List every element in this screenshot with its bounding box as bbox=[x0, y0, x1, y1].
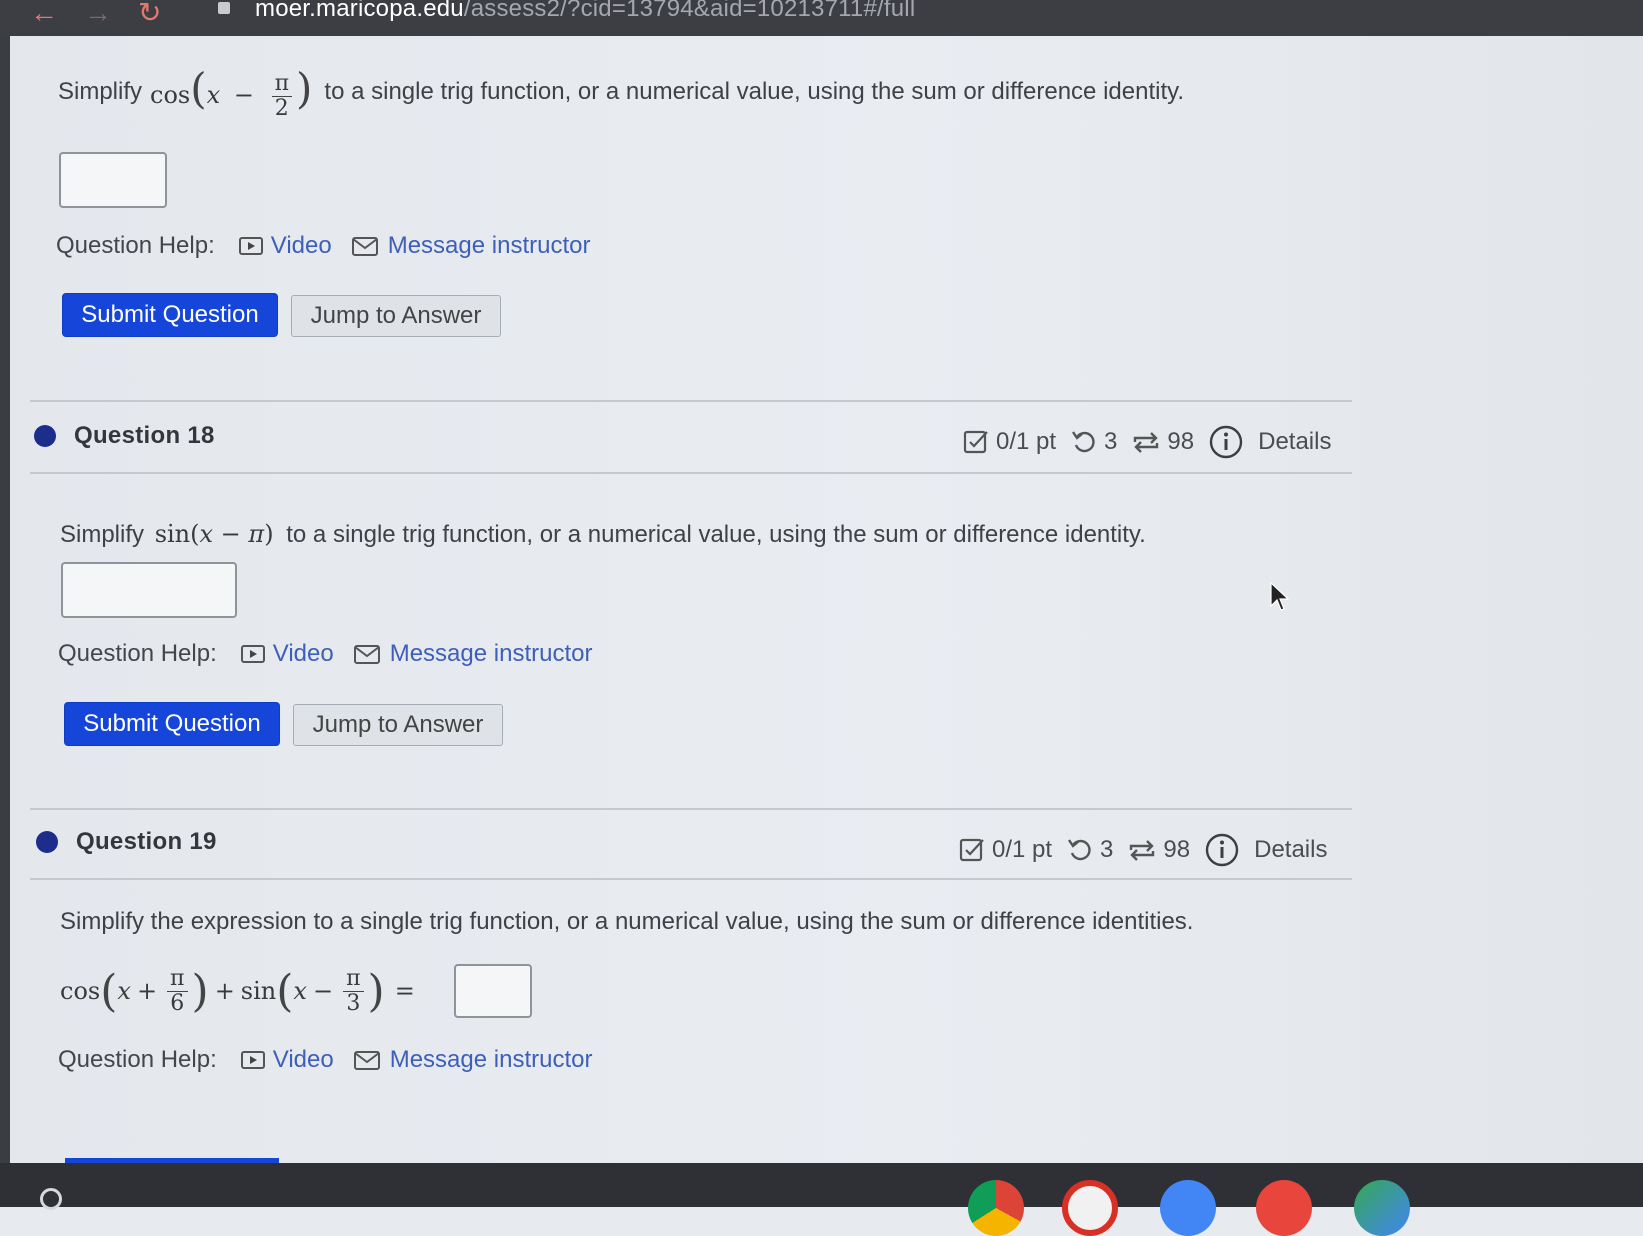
lock-icon bbox=[218, 2, 230, 14]
answer-input[interactable] bbox=[59, 152, 167, 208]
address-bar[interactable]: moer.maricopa.edu/assess2/?cid=13794&aid… bbox=[255, 0, 915, 23]
attempts-indicator: 98 bbox=[1127, 836, 1190, 864]
points-indicator: 0/1 pt bbox=[962, 428, 1056, 456]
reload-icon[interactable]: ↻ bbox=[138, 0, 161, 27]
question-title: Question 19 bbox=[76, 828, 217, 855]
prompt-prefix: Simplify bbox=[58, 78, 143, 105]
math-fraction: π6 bbox=[167, 966, 188, 1016]
section-divider bbox=[30, 808, 1352, 810]
question-18-meta: 0/1 pt 3 98 Details bbox=[962, 424, 1345, 460]
video-link[interactable]: Video bbox=[238, 232, 332, 260]
nav-buttons: ← → ↻ bbox=[30, 0, 161, 27]
question-18-header: Question 18 bbox=[34, 422, 215, 450]
jump-to-answer-button[interactable]: Jump to Answer bbox=[293, 704, 503, 746]
details-button[interactable]: Details bbox=[1208, 424, 1331, 460]
mail-icon bbox=[353, 644, 380, 664]
retries-indicator: 3 bbox=[1070, 428, 1117, 456]
video-icon bbox=[238, 237, 263, 255]
question-19-meta: 0/1 pt 3 98 Details bbox=[958, 832, 1341, 868]
message-instructor-link[interactable]: Message instructor bbox=[353, 1046, 592, 1074]
math-expression: cos(x − π 2) bbox=[150, 63, 313, 121]
section-divider bbox=[30, 400, 1352, 402]
status-dot-icon bbox=[36, 831, 58, 853]
repeat-icon bbox=[1130, 840, 1155, 861]
math-fraction: π3 bbox=[343, 966, 364, 1016]
checkbox-icon bbox=[959, 838, 984, 862]
math-op: − bbox=[233, 80, 254, 109]
question-19-prompt: Simplify the expression to a single trig… bbox=[60, 908, 1194, 935]
video-icon bbox=[240, 645, 265, 663]
back-arrow-icon[interactable]: ← bbox=[30, 0, 58, 27]
help-label: Question Help: bbox=[56, 232, 215, 259]
question-17-prompt: Simplify cos(x − π 2) to a single trig fu… bbox=[58, 63, 1184, 121]
retry-icon bbox=[1068, 839, 1091, 861]
retries-indicator: 3 bbox=[1066, 836, 1113, 864]
gmail-icon[interactable] bbox=[1062, 1180, 1118, 1236]
question-19-header: Question 19 bbox=[36, 828, 217, 856]
question-help: Question Help: Video Message instructor bbox=[58, 640, 593, 668]
math-var: x bbox=[206, 80, 221, 109]
info-icon bbox=[1205, 833, 1239, 867]
jump-to-answer-button[interactable]: Jump to Answer bbox=[291, 295, 501, 337]
prompt-suffix: to a single trig function, or a numerica… bbox=[324, 78, 1184, 105]
question-18-prompt: Simplify sin(x − π) to a single trig fun… bbox=[60, 520, 1146, 548]
header-divider bbox=[30, 472, 1352, 474]
status-dot-icon bbox=[34, 425, 56, 447]
url-host: moer.maricopa.edu bbox=[255, 0, 464, 22]
window-edge bbox=[0, 36, 10, 1163]
url-path: /assess2/?cid=13794&aid=10213711#/full bbox=[463, 0, 916, 22]
repeat-icon bbox=[1134, 432, 1159, 453]
mail-icon bbox=[353, 1050, 380, 1070]
question-19-equation: cos(x + π 6) + sin(x − π 3) = bbox=[60, 965, 415, 1017]
video-link[interactable]: Video bbox=[240, 1046, 334, 1074]
video-icon bbox=[240, 1051, 265, 1069]
mouse-cursor-icon bbox=[1270, 582, 1290, 611]
chrome-icon[interactable] bbox=[968, 1180, 1024, 1236]
answer-input[interactable] bbox=[454, 964, 532, 1018]
attempts-indicator: 98 bbox=[1131, 428, 1194, 456]
info-icon bbox=[1209, 425, 1243, 459]
points-indicator: 0/1 pt bbox=[958, 836, 1052, 864]
mail-icon bbox=[351, 236, 378, 256]
message-instructor-link[interactable]: Message instructor bbox=[351, 232, 590, 260]
question-help: Question Help: Video Message instructor bbox=[56, 232, 590, 260]
play-store-icon[interactable] bbox=[1354, 1180, 1410, 1236]
question-help: Question Help: Video Message instructor bbox=[58, 1046, 593, 1074]
message-instructor-link[interactable]: Message instructor bbox=[353, 640, 592, 668]
question-title: Question 18 bbox=[74, 422, 215, 449]
header-divider bbox=[30, 878, 1352, 880]
math-expression: sin(x − π) bbox=[154, 520, 274, 548]
details-button[interactable]: Details bbox=[1204, 832, 1327, 868]
video-link[interactable]: Video bbox=[240, 640, 334, 668]
submit-question-button[interactable]: Submit Question bbox=[63, 294, 277, 336]
submit-question-button[interactable]: Submit Question bbox=[65, 703, 279, 745]
browser-toolbar: ← → ↻ moer.maricopa.edu/assess2/?cid=137… bbox=[0, 0, 1643, 36]
docs-icon[interactable] bbox=[1160, 1180, 1216, 1236]
youtube-icon[interactable] bbox=[1256, 1180, 1312, 1236]
forward-arrow-icon[interactable]: → bbox=[84, 0, 112, 27]
checkbox-icon bbox=[963, 430, 988, 454]
math-func: cos bbox=[150, 80, 191, 109]
math-fraction: π2 bbox=[271, 71, 293, 121]
retry-icon bbox=[1072, 431, 1095, 453]
assessment-page: Simplify cos(x − π 2) to a single trig fu… bbox=[10, 36, 1643, 1164]
answer-input[interactable] bbox=[61, 562, 237, 618]
